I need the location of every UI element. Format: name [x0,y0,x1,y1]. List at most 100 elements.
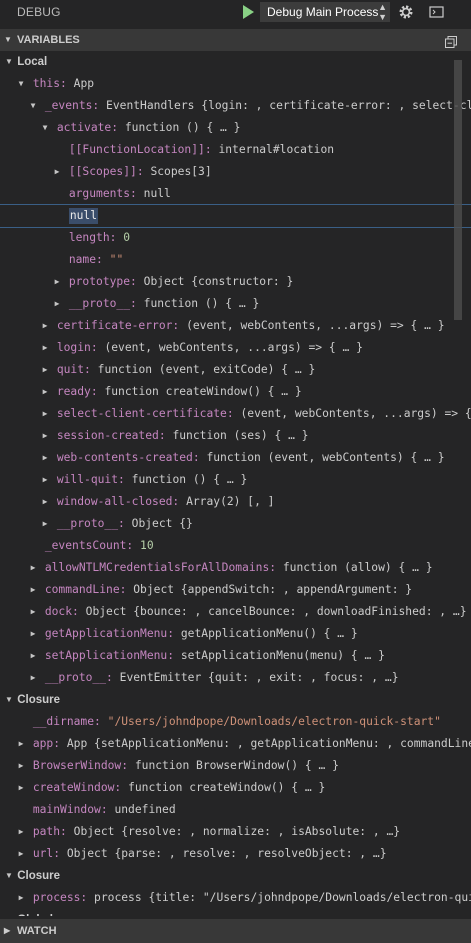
chevron-right-icon: ▶ [4,926,11,935]
scope-row[interactable]: ▼ Closure [0,689,471,711]
chevron-right-icon[interactable]: ▶ [16,843,26,865]
chevron-right-icon[interactable]: ▶ [28,557,38,579]
variable-row[interactable]: arguments: null [0,183,471,205]
start-debugging-button[interactable] [238,2,258,22]
variable-name: setApplicationMenu: [44,649,175,662]
chevron-right-icon[interactable]: ▶ [40,337,50,359]
chevron-down-icon[interactable]: ▼ [40,117,50,139]
chevron-right-icon[interactable]: ▶ [52,293,62,315]
chevron-right-icon[interactable]: ▶ [16,887,26,909]
chevron-down-icon[interactable]: ▼ [4,51,14,73]
chevron-right-icon[interactable]: ▶ [40,315,50,337]
variable-row[interactable]: ▶ certificate-error: (event, webContents… [0,315,471,337]
chevron-right-icon[interactable]: ▶ [40,513,50,535]
variable-name: __proto__: [44,671,113,684]
variable-row[interactable]: ▶ __proto__: EventEmitter {quit: , exit:… [0,667,471,689]
variable-row[interactable]: ▶ dock: Object {bounce: , cancelBounce: … [0,601,471,623]
chevron-right-icon[interactable]: ▶ [28,645,38,667]
chevron-right-icon[interactable]: ▶ [52,271,62,293]
variable-row[interactable]: ▶ BrowserWindow: function BrowserWindow(… [0,755,471,777]
open-launch-json-button[interactable] [396,2,416,22]
variable-row[interactable]: ▶ window-all-closed: Array(2) [, ] [0,491,471,513]
scope-label: Local [17,56,48,68]
variable-value: Object {parse: , resolve: , resolveObjec… [66,847,387,860]
variable-row[interactable]: ▶ path: Object {resolve: , normalize: , … [0,821,471,843]
variable-name: mainWindow: [32,803,108,816]
variable-row[interactable]: ▶ createWindow: function createWindow() … [0,777,471,799]
scope-row[interactable]: ▼ Local [0,51,471,73]
variables-scrollbar[interactable] [454,60,462,320]
variable-value: (event, webContents, ...args) => {… [240,407,471,420]
variable-row[interactable]: ▶ app: App {setApplicationMenu: , getApp… [0,733,471,755]
watch-section-header[interactable]: ▶ WATCH [0,919,471,943]
variable-row[interactable]: ▶ login: (event, webContents, ...args) =… [0,337,471,359]
variables-section-header[interactable]: ▼ VARIABLES [0,29,471,51]
chevron-right-icon[interactable]: ▶ [28,579,38,601]
chevron-right-icon[interactable]: ▶ [40,425,50,447]
collapse-all-icon [445,36,457,48]
variable-edit-row[interactable]: null [0,204,471,228]
variable-row[interactable]: ▶ session-created: function (ses) { … } [0,425,471,447]
chevron-right-icon[interactable]: ▶ [16,777,26,799]
chevron-right-icon[interactable]: ▶ [28,667,38,689]
variables-title: VARIABLES [17,34,80,46]
variable-row[interactable]: ▶ __proto__: function () { … } [0,293,471,315]
variable-row[interactable]: ▶ ready: function createWindow() { … } [0,381,471,403]
variable-row[interactable]: _eventsCount: 10 [0,535,471,557]
variable-row[interactable]: ▼ activate: function () { … } [0,117,471,139]
chevron-down-icon[interactable]: ▼ [4,689,14,711]
chevron-down-icon[interactable]: ▼ [4,865,14,887]
variable-row[interactable]: ▶ url: Object {parse: , resolve: , resol… [0,843,471,865]
debug-console-button[interactable] [428,3,446,21]
chevron-right-icon[interactable]: ▶ [16,755,26,777]
variable-row[interactable]: ▶ web-contents-created: function (event,… [0,447,471,469]
variable-row[interactable]: mainWindow: undefined [0,799,471,821]
variable-row[interactable]: [[FunctionLocation]]: internal#location [0,139,471,161]
variable-value: function (event, webContents) { … } [206,451,445,464]
variable-row[interactable]: ▶ commandLine: Object {appendSwitch: , a… [0,579,471,601]
variable-row[interactable]: ▶ prototype: Object {constructor: } [0,271,471,293]
collapse-all-button[interactable] [445,34,457,48]
chevron-right-icon[interactable]: ▶ [40,403,50,425]
chevron-down-icon[interactable]: ▼ [28,95,38,117]
variable-value: function (event, exitCode) { … } [97,363,316,376]
variable-value: Object {resolve: , normalize: , isAbsolu… [73,825,401,838]
variable-row[interactable]: ▶ __proto__: Object {} [0,513,471,535]
scope-row[interactable]: ▶ Global [0,909,471,916]
variable-value: 0 [123,231,131,244]
chevron-down-icon[interactable]: ▼ [16,73,26,95]
variable-row[interactable]: ▶ [[Scopes]]: Scopes[3] [0,161,471,183]
launch-configuration-select[interactable]: Debug Main Process ▲ ▼ [260,2,390,22]
chevron-right-icon[interactable]: ▶ [40,469,50,491]
chevron-right-icon[interactable]: ▶ [28,623,38,645]
chevron-right-icon[interactable]: ▶ [28,601,38,623]
variable-row[interactable]: ▶ allowNTLMCredentialsForAllDomains: fun… [0,557,471,579]
variable-row[interactable]: length: 0 [0,227,471,249]
variable-value-input[interactable]: null [68,208,99,224]
variable-row[interactable]: ▶ setApplicationMenu: setApplicationMenu… [0,645,471,667]
variable-row[interactable]: name: "" [0,249,471,271]
chevron-right-icon[interactable]: ▶ [40,491,50,513]
variable-row[interactable]: ▶ quit: function (event, exitCode) { … } [0,359,471,381]
variable-value: function () { … } [131,473,248,486]
chevron-right-icon[interactable]: ▶ [52,161,62,183]
scope-row[interactable]: ▼ Closure [0,865,471,887]
variable-row[interactable]: ▼ _events: EventHandlers {login: , certi… [0,95,471,117]
variable-value: Object {} [131,517,193,530]
chevron-right-icon[interactable]: ▶ [4,909,14,916]
chevron-right-icon[interactable]: ▶ [16,733,26,755]
watch-title: WATCH [17,925,57,937]
variable-row[interactable]: ▶ will-quit: function () { … } [0,469,471,491]
variable-row[interactable]: __dirname: "/Users/johndpope/Downloads/e… [0,711,471,733]
variable-name: app: [32,737,61,750]
variable-name: login: [56,341,98,354]
variable-row[interactable]: ▶ getApplicationMenu: getApplicationMenu… [0,623,471,645]
variable-row[interactable]: ▶ process: process {title: "/Users/johnd… [0,887,471,909]
chevron-right-icon[interactable]: ▶ [40,381,50,403]
variable-row[interactable]: ▼ this: App [0,73,471,95]
chevron-right-icon[interactable]: ▶ [16,821,26,843]
chevron-right-icon[interactable]: ▶ [40,447,50,469]
chevron-right-icon[interactable]: ▶ [40,359,50,381]
variable-row[interactable]: ▶ select-client-certificate: (event, web… [0,403,471,425]
debug-title: DEBUG [17,5,61,19]
